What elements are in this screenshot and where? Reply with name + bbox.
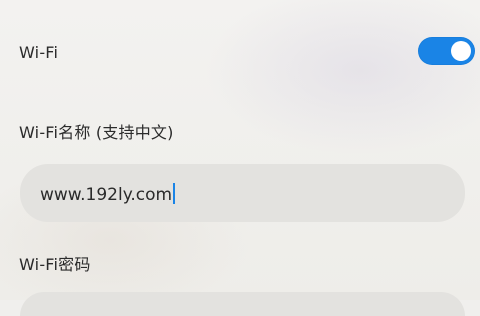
- wifi-name-label: Wi-Fi名称 (支持中文): [19, 123, 174, 142]
- wifi-name-input[interactable]: www.192ly.com: [20, 164, 465, 222]
- toggle-knob: [451, 41, 471, 61]
- wifi-toggle-switch[interactable]: [418, 37, 475, 65]
- text-cursor: [173, 183, 176, 204]
- wifi-password-input[interactable]: [20, 292, 465, 316]
- wifi-password-label: Wi-Fi密码: [19, 255, 91, 274]
- wifi-name-value: www.192ly.com: [40, 185, 173, 205]
- wifi-toggle-label: Wi-Fi: [19, 43, 59, 62]
- wifi-name-field[interactable]: www.192ly.com: [40, 183, 176, 205]
